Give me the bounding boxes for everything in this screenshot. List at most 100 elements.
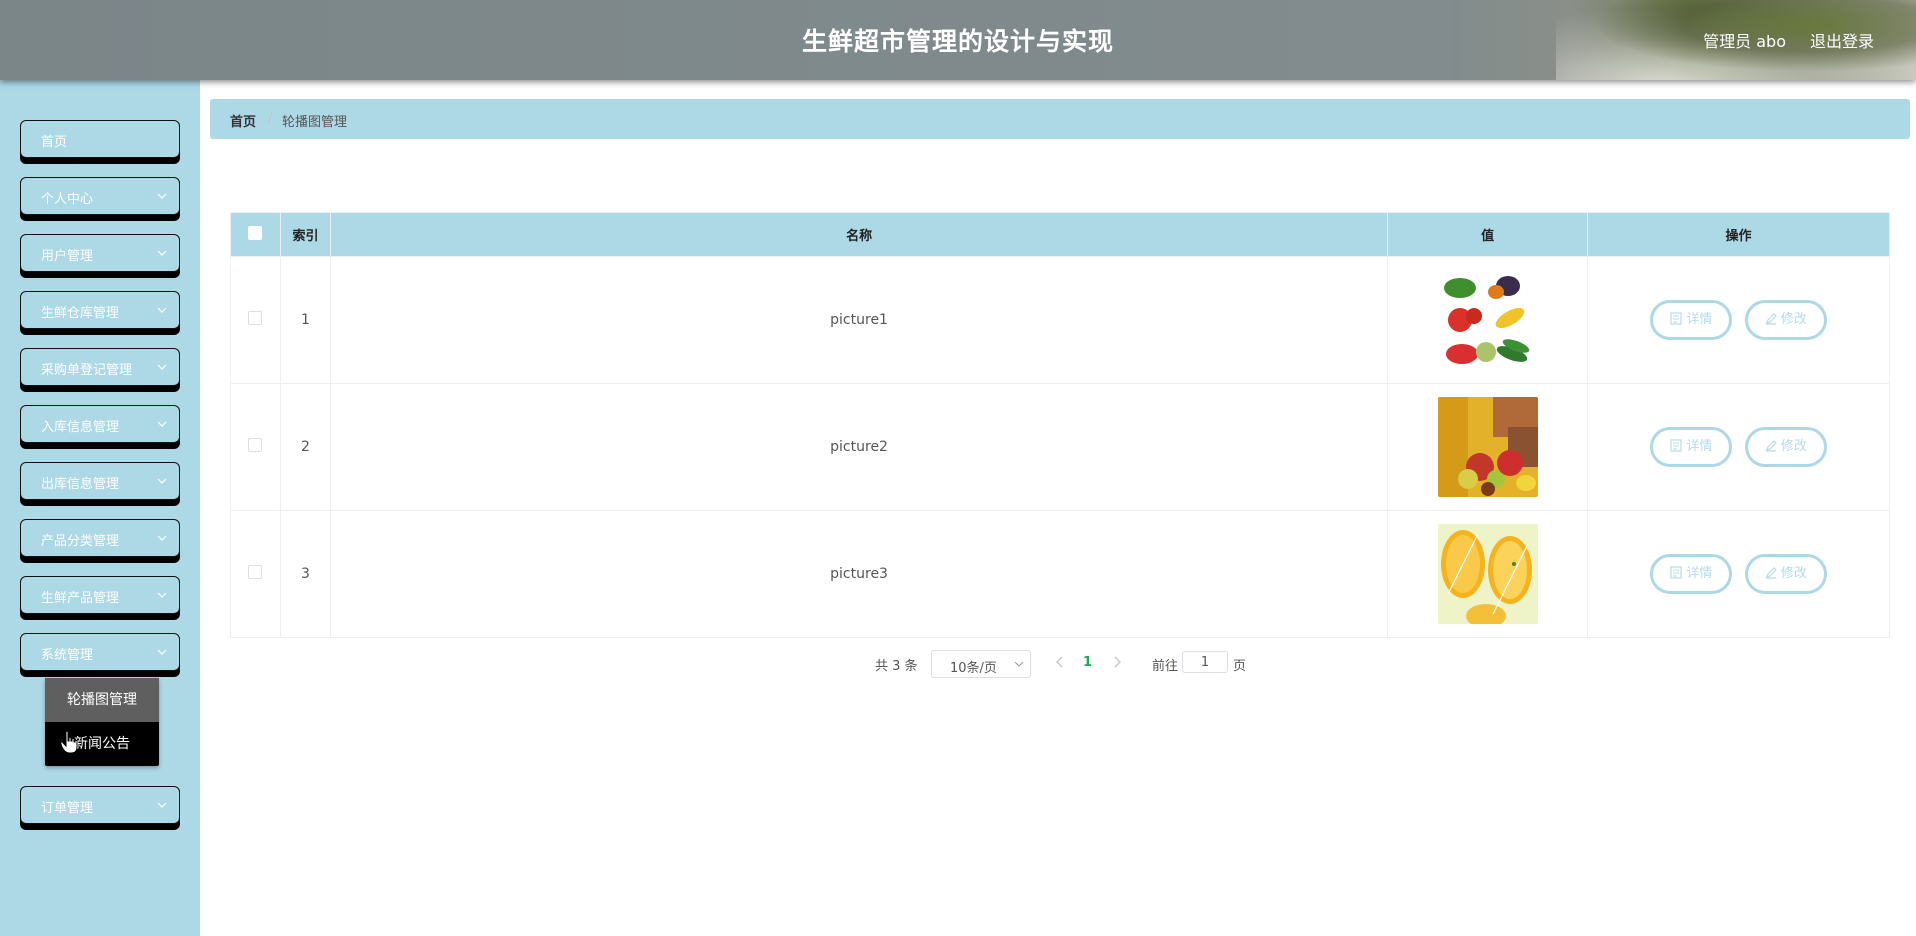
sidebar-item-label: 订单管理	[41, 801, 94, 816]
edit-icon	[1765, 440, 1777, 452]
sidebar-item-stock-in[interactable]: 入库信息管理	[20, 405, 180, 443]
sidebar-item-users[interactable]: 用户管理	[20, 234, 180, 272]
sidebar-item-home[interactable]: 首页	[20, 120, 180, 158]
sidebar-item-label: 生鲜产品管理	[41, 591, 120, 606]
chevron-down-icon	[157, 535, 167, 541]
sidebar-item-orders[interactable]: 订单管理	[20, 786, 180, 824]
sidebar-item-label: 生鲜仓库管理	[41, 306, 120, 321]
pagination-total: 共 3 条	[875, 659, 918, 674]
row-checkbox[interactable]	[248, 438, 263, 452]
page-size-value: 10条/页	[950, 661, 997, 676]
sidebar-item-label: 用户管理	[41, 249, 94, 264]
breadcrumb-home[interactable]: 首页	[230, 111, 256, 130]
page-number-current[interactable]: 1	[1083, 655, 1092, 670]
current-user: 管理员 abo	[1703, 32, 1786, 51]
chevron-down-icon	[1014, 661, 1024, 667]
page-size-select[interactable]: 10条/页	[931, 650, 1031, 678]
chevron-down-icon	[157, 307, 167, 313]
sidebar-item-label: 采购单登记管理	[41, 363, 133, 378]
document-icon	[1670, 312, 1682, 325]
table-header-row: 索引 名称 值 操作	[230, 212, 1890, 257]
chevron-down-icon	[157, 478, 167, 484]
table-row: 2 picture2 详情 修改	[230, 383, 1890, 511]
row-checkbox-cell	[230, 383, 281, 511]
row-value-cell	[1387, 510, 1589, 638]
select-all-checkbox[interactable]	[248, 225, 263, 240]
column-header-actions: 操作	[1587, 212, 1890, 257]
header-checkbox-cell	[230, 212, 281, 257]
row-checkbox-cell	[230, 510, 281, 638]
page-word: 页	[1233, 659, 1247, 674]
row-actions-cell: 详情 修改	[1587, 383, 1890, 511]
chevron-down-icon	[157, 250, 167, 256]
edit-icon	[1765, 567, 1777, 579]
sidebar-item-label: 产品分类管理	[41, 534, 120, 549]
submenu-item-carousel[interactable]: 轮播图管理	[45, 678, 159, 722]
sidebar-item-purchase-orders[interactable]: 采购单登记管理	[20, 348, 180, 386]
table-row: 1 picture1 详情 修改	[230, 256, 1890, 384]
column-header-name: 名称	[329, 212, 1389, 257]
chevron-left-icon[interactable]	[1053, 654, 1067, 670]
chevron-down-icon	[157, 421, 167, 427]
sidebar-item-products[interactable]: 生鲜产品管理	[20, 576, 180, 614]
row-checkbox[interactable]	[248, 311, 263, 325]
app-title: 生鲜超市管理的设计与实现	[801, 27, 1114, 56]
sidebar-item-categories[interactable]: 产品分类管理	[20, 519, 180, 557]
sidebar-item-personal-center[interactable]: 个人中心	[20, 177, 180, 215]
sidebar: 首页 个人中心 用户管理 生鲜仓库管理 采购单登记管理 入库信息管理 出库信息管…	[0, 80, 200, 936]
breadcrumb-current: 轮播图管理	[282, 115, 348, 130]
sidebar-item-label: 入库信息管理	[41, 420, 120, 435]
carousel-table: 索引 名称 值 操作 1 picture1 详情 修改 2 picture2 详…	[230, 212, 1890, 638]
top-header: 生鲜超市管理的设计与实现 管理员 abo 退出登录	[0, 0, 1916, 80]
edit-button[interactable]: 修改	[1744, 300, 1827, 340]
chevron-right-icon[interactable]	[1110, 654, 1124, 670]
row-index: 1	[279, 256, 331, 384]
chevron-down-icon	[157, 592, 167, 598]
row-value-cell	[1387, 256, 1589, 384]
column-header-value: 值	[1387, 212, 1589, 257]
detail-label: 详情	[1686, 439, 1713, 454]
row-index: 2	[279, 383, 331, 511]
sidebar-item-label: 首页	[41, 135, 68, 150]
edit-button[interactable]: 修改	[1744, 427, 1827, 467]
detail-button[interactable]: 详情	[1650, 554, 1733, 594]
row-checkbox[interactable]	[248, 565, 263, 579]
edit-label: 修改	[1780, 439, 1807, 454]
edit-label: 修改	[1780, 566, 1807, 581]
chevron-down-icon	[157, 364, 167, 370]
document-icon	[1670, 566, 1682, 579]
detail-button[interactable]: 详情	[1650, 300, 1733, 340]
row-index: 3	[279, 510, 331, 638]
detail-label: 详情	[1686, 566, 1713, 581]
edit-icon	[1765, 313, 1777, 325]
chevron-down-icon	[157, 802, 167, 808]
document-icon	[1670, 439, 1682, 452]
chevron-down-icon	[157, 193, 167, 199]
detail-label: 详情	[1686, 312, 1713, 327]
fruit-basket-thumbnail	[1437, 397, 1538, 497]
logout-link[interactable]: 退出登录	[1810, 28, 1874, 52]
row-actions-cell: 详情 修改	[1587, 510, 1890, 638]
sidebar-item-stock-out[interactable]: 出库信息管理	[20, 462, 180, 500]
vegetables-thumbnail	[1437, 270, 1538, 370]
row-name: picture1	[329, 256, 1389, 384]
sidebar-item-warehouse[interactable]: 生鲜仓库管理	[20, 291, 180, 329]
detail-button[interactable]: 详情	[1650, 427, 1733, 467]
edit-label: 修改	[1780, 312, 1807, 327]
table-row: 3 picture3 详情 修改	[230, 510, 1890, 638]
row-value-cell	[1387, 383, 1589, 511]
edit-button[interactable]: 修改	[1744, 554, 1827, 594]
hand-cursor-icon	[60, 730, 78, 754]
pagination: 共 3 条 10条/页 1 前往 页	[0, 650, 1916, 680]
goto-label: 前往	[1152, 659, 1179, 674]
breadcrumb: 首页 / 轮播图管理	[210, 99, 1910, 139]
sidebar-item-label: 个人中心	[41, 192, 94, 207]
orange-slices-thumbnail	[1437, 524, 1538, 624]
row-checkbox-cell	[230, 256, 281, 384]
row-actions-cell: 详情 修改	[1587, 256, 1890, 384]
row-name: picture3	[329, 510, 1389, 638]
column-header-index: 索引	[279, 212, 331, 257]
row-name: picture2	[329, 383, 1389, 511]
goto-page-input[interactable]	[1182, 651, 1228, 673]
sidebar-item-label: 出库信息管理	[41, 477, 120, 492]
